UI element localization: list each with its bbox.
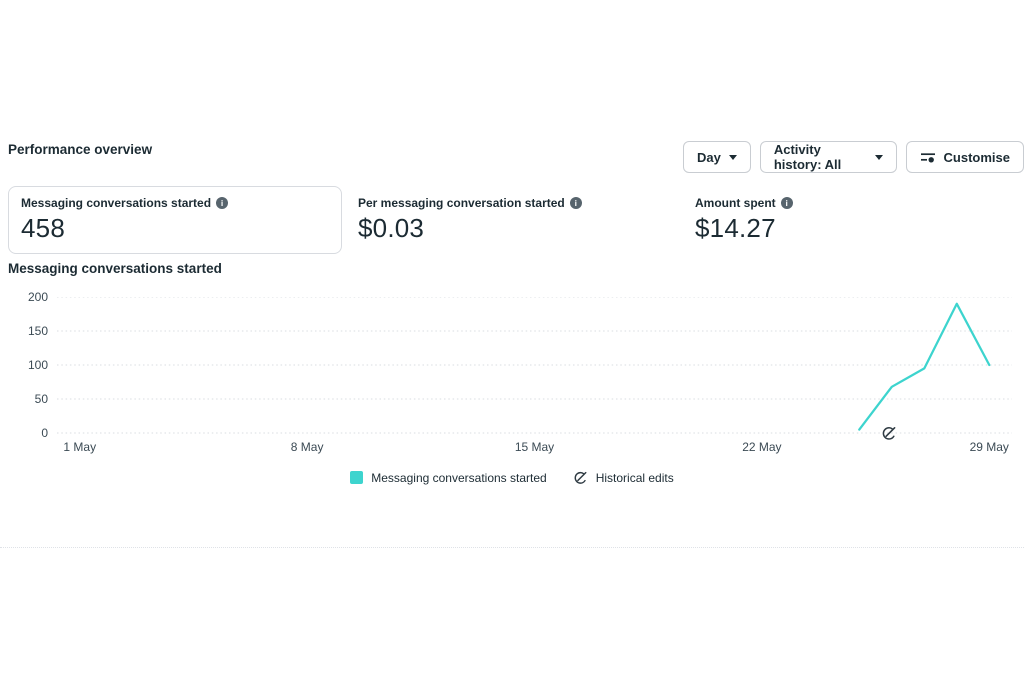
chart-title: Messaging conversations started bbox=[8, 261, 222, 276]
legend-label: Messaging conversations started bbox=[371, 470, 547, 485]
metric-label: Messaging conversations started bbox=[21, 196, 212, 210]
chart-area: 0 50 100 150 200 1 May 8 May 15 May 22 May 29 May bbox=[8, 290, 1016, 463]
legend-item-messaging-conversations-started: Messaging conversations started bbox=[350, 470, 547, 485]
filter-sliders-icon bbox=[920, 150, 936, 164]
section-divider bbox=[0, 547, 1024, 548]
metric-value: 458 bbox=[21, 213, 65, 243]
legend-label: Historical edits bbox=[595, 470, 674, 485]
day-dropdown-button[interactable]: Day bbox=[683, 141, 751, 173]
metric-card-amount-spent[interactable]: Amount spent i $14.27 bbox=[682, 186, 1016, 254]
y-axis-tick-label: 100 bbox=[27, 358, 48, 372]
activity-history-dropdown-button[interactable]: Activity history: All bbox=[759, 141, 897, 173]
page-title: Performance overview bbox=[8, 142, 153, 157]
x-axis-tick-label: 15 May bbox=[514, 440, 555, 454]
activity-history-label: Activity history: All bbox=[773, 142, 842, 172]
x-axis-tick-label: 1 May bbox=[63, 440, 97, 454]
x-axis-tick-label: 29 May bbox=[969, 440, 1009, 454]
x-axis-tick-label: 8 May bbox=[290, 440, 324, 454]
metric-card-messaging-conversations-started[interactable]: Messaging conversations started i 458 bbox=[8, 186, 342, 254]
x-axis-tick-label: 22 May bbox=[742, 440, 782, 454]
y-axis-tick-label: 150 bbox=[27, 324, 48, 338]
legend-item-historical-edits: Historical edits bbox=[573, 470, 674, 485]
info-icon[interactable]: i bbox=[216, 197, 229, 209]
historical-edit-marker-icon[interactable] bbox=[881, 425, 897, 441]
legend-swatch bbox=[350, 471, 364, 484]
toolbar: Day Activity history: All Customise bbox=[683, 141, 1024, 173]
chart-legend: Messaging conversations started Historic… bbox=[0, 470, 1024, 485]
y-axis-tick-label: 50 bbox=[34, 392, 48, 406]
metric-label: Amount spent bbox=[695, 196, 776, 210]
metric-value: $14.27 bbox=[695, 213, 776, 243]
y-axis-tick-label: 0 bbox=[41, 426, 48, 440]
metrics-row: Messaging conversations started i 458 Pe… bbox=[8, 186, 1016, 254]
customise-button[interactable]: Customise bbox=[905, 141, 1024, 173]
y-axis-tick-label: 200 bbox=[27, 290, 48, 304]
customise-label: Customise bbox=[943, 149, 1010, 165]
chevron-down-icon bbox=[728, 154, 737, 160]
metric-value: $0.03 bbox=[358, 213, 425, 243]
day-dropdown-label: Day bbox=[697, 149, 721, 165]
chart-plot-svg bbox=[57, 297, 1012, 434]
info-icon[interactable]: i bbox=[780, 197, 793, 209]
metric-card-per-messaging-conversation-started[interactable]: Per messaging conversation started i $0.… bbox=[345, 186, 679, 254]
historical-edit-icon bbox=[573, 470, 588, 485]
chevron-down-icon bbox=[874, 154, 883, 160]
info-icon[interactable]: i bbox=[569, 197, 582, 209]
metric-label: Per messaging conversation started bbox=[358, 196, 565, 210]
